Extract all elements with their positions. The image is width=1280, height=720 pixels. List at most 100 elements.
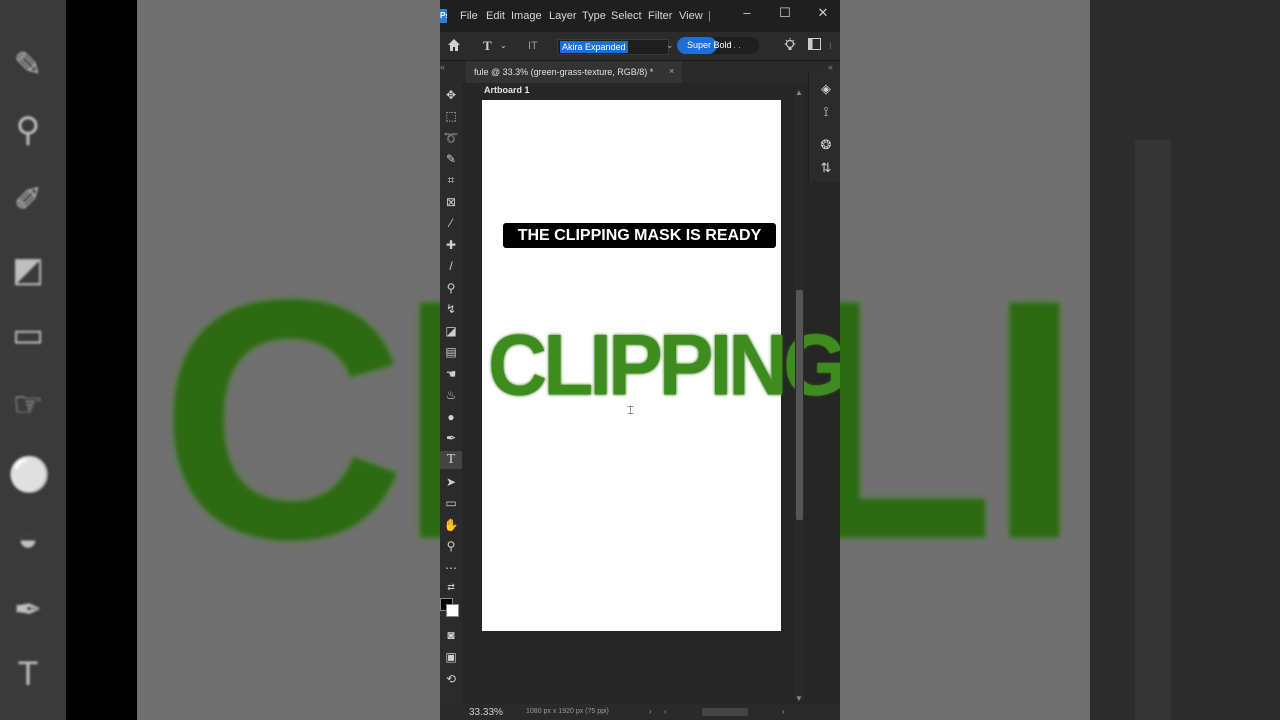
sponge-tool-icon[interactable]: ● — [440, 408, 462, 426]
move-tool-icon[interactable]: ✥ — [440, 86, 462, 104]
rectangle-tool-icon[interactable]: ▭ — [440, 494, 462, 512]
pen-tool-icon[interactable]: ✒ — [440, 429, 462, 447]
minimize-button[interactable]: – — [739, 5, 755, 21]
bg-dark-panel — [1090, 0, 1280, 720]
swap-colors-icon[interactable]: ⇄ — [440, 578, 462, 596]
type-tool-preset-icon[interactable]: T — [483, 38, 492, 54]
paths-icon[interactable]: ⟟ — [818, 104, 834, 120]
home-icon[interactable] — [447, 38, 461, 56]
bg-healing-icon: ✐ — [13, 181, 43, 219]
menu-image[interactable]: Image — [511, 10, 542, 22]
menu-edit[interactable]: Edit — [486, 10, 505, 22]
more-options-icon[interactable]: ⁝ — [829, 38, 832, 54]
background-left: ✎ ⚲ ✐ ◩ ▭ ☞ ⚪ ◒ ✒ T CLIPPING — [0, 0, 440, 720]
caption-banner: THE CLIPPING MASK IS READY — [503, 223, 776, 248]
background-color-swatch[interactable] — [446, 604, 459, 617]
healing-brush-tool-icon[interactable]: ✚ — [440, 236, 462, 254]
history-brush-tool-icon[interactable]: ↯ — [440, 300, 462, 318]
font-family-field[interactable]: Akira Expanded — [557, 39, 669, 55]
artboard-label[interactable]: Artboard 1 — [484, 85, 530, 95]
horizontal-scroll-thumb[interactable] — [702, 708, 748, 716]
grass-clipped-text[interactable]: CLIPPING — [488, 322, 840, 409]
bg-dodge-icon: ⚪ — [8, 456, 51, 494]
lasso-tool-icon[interactable]: ➰ — [440, 129, 462, 147]
hscroll-left-icon[interactable]: ‹ — [664, 707, 667, 716]
panel-toggle-icon[interactable] — [808, 38, 821, 54]
font-family-dropdown-icon[interactable]: ⌄ — [666, 40, 674, 51]
scroll-up-icon[interactable]: ▲ — [795, 88, 803, 97]
zoom-tool-icon[interactable]: ⚲ — [440, 537, 462, 555]
font-family-selected-text[interactable]: Akira Expanded — [560, 41, 628, 53]
hscroll-right-icon[interactable]: › — [782, 707, 785, 716]
quick-mask-icon[interactable]: ◙ — [440, 626, 462, 644]
menu-type[interactable]: Type — [582, 10, 606, 22]
document-info: 1080 px x 1920 px (75 ppi) — [526, 708, 609, 715]
tools-panel: ✥ ⬚ ➰ ✎ ⌗ ⊠ ⁄ ✚ / ⚲ ↯ ◪ ▤ ☚ ♨ ● ✒ T ➤ ▭ … — [440, 84, 462, 704]
collapse-left-icon[interactable]: « — [440, 62, 445, 72]
layers-icon[interactable]: ◈ — [818, 81, 834, 97]
brush-tool-icon[interactable]: / — [440, 257, 462, 275]
font-style-text[interactable]: Super Bold — [687, 40, 732, 50]
channels-icon[interactable]: ❂ — [818, 137, 834, 153]
screen-mode-icon[interactable]: ▣ — [440, 648, 462, 666]
share-icon[interactable]: ⟲ — [440, 670, 462, 688]
maximize-button[interactable]: ☐ — [777, 5, 793, 21]
status-bar: 33.33% 1080 px x 1920 px (75 ppi) › ‹ › — [440, 704, 840, 720]
gradient-tool-icon[interactable]: ▤ — [440, 343, 462, 361]
photoshop-logo: Ps — [440, 9, 447, 23]
options-bar: T ⌄ IT Akira Expanded ⌄ Super Bold ' . .… — [440, 32, 840, 61]
dodge-tool-icon[interactable]: ♨ — [440, 386, 462, 404]
menu-select[interactable]: Select — [611, 10, 642, 22]
eyedropper-tool-icon[interactable]: ⁄ — [440, 214, 462, 232]
canvas-area[interactable]: Artboard 1 THE CLIPPING MASK IS READY CL… — [463, 84, 840, 704]
text-cursor-icon: ⌶ — [627, 403, 635, 417]
bg-eraser-icon: ◩ — [11, 251, 45, 289]
zoom-level[interactable]: 33.33% — [469, 707, 503, 718]
status-more-icon[interactable]: › — [649, 707, 652, 716]
font-style-field[interactable]: Super Bold ' . . — [677, 37, 759, 54]
quick-select-tool-icon[interactable]: ✎ — [440, 150, 462, 168]
photoshop-window: Ps File Edit Image Layer Type Select Fil… — [440, 0, 840, 720]
crop-tool-icon[interactable]: ⌗ — [440, 171, 462, 189]
scroll-down-icon[interactable]: ▼ — [795, 694, 803, 703]
document-tab-close-icon[interactable]: × — [669, 66, 674, 76]
type-tool-icon[interactable]: T — [440, 451, 462, 469]
close-button[interactable]: ✕ — [815, 5, 831, 21]
hand-rotate-tool-icon[interactable]: ✋ — [440, 516, 462, 534]
smudge-tool-icon[interactable]: ☚ — [440, 365, 462, 383]
background-right: CLIPPING — [840, 0, 1280, 720]
text-orientation-icon[interactable]: IT — [528, 38, 538, 54]
bg-smudge-icon: ☞ — [12, 386, 44, 424]
collapse-right-icon[interactable]: « — [828, 62, 833, 72]
artboard[interactable]: THE CLIPPING MASK IS READY CLIPPING ⌶ — [482, 100, 840, 631]
marquee-tool-icon[interactable]: ⬚ — [440, 107, 462, 125]
history-icon[interactable]: ⇅ — [818, 160, 834, 176]
bg-type-icon: T — [17, 655, 39, 693]
clone-stamp-tool-icon[interactable]: ⚲ — [440, 279, 462, 297]
right-panel-dock: ◈ ⟟ ❂ ⇅ — [808, 72, 840, 182]
menu-file[interactable]: File — [460, 10, 478, 22]
document-tab-bar: « fule @ 33.3% (green-grass-texture, RGB… — [440, 61, 840, 83]
menu-layer[interactable]: Layer — [549, 10, 577, 22]
document-tab-title[interactable]: fule @ 33.3% (green-grass-texture, RGB/8… — [474, 67, 653, 77]
bg-pen-icon: ✒ — [13, 591, 43, 629]
menu-bar: Ps File Edit Image Layer Type Select Fil… — [440, 0, 840, 32]
menu-filter[interactable]: Filter — [648, 10, 672, 22]
bg-gradient-icon: ▭ — [11, 316, 45, 354]
bg-toolstrip: ✎ ⚲ ✐ ◩ ▭ ☞ ⚪ ◒ ✒ T — [0, 0, 66, 720]
path-select-tool-icon[interactable]: ➤ — [440, 473, 462, 491]
document-tab[interactable]: fule @ 33.3% (green-grass-texture, RGB/8… — [466, 61, 682, 83]
vertical-scroll-thumb[interactable] — [796, 290, 803, 520]
eraser-tool-icon[interactable]: ◪ — [440, 322, 462, 340]
more-tools-icon[interactable]: ⋯ — [440, 559, 462, 577]
vertical-scrollbar[interactable] — [795, 90, 804, 700]
menu-separator: | — [708, 10, 711, 22]
frame-tool-icon[interactable]: ⊠ — [440, 193, 462, 211]
bg-brush-icon: ✎ — [13, 46, 43, 84]
type-tool-caret-icon[interactable]: ⌄ — [500, 38, 507, 54]
menu-view[interactable]: View — [679, 10, 703, 22]
bg-word-left: CLIPPING — [160, 230, 440, 610]
bg-scrollbar — [1135, 140, 1171, 720]
bg-stamp-icon: ⚲ — [15, 111, 41, 149]
antialias-bulb-icon[interactable] — [784, 38, 796, 56]
